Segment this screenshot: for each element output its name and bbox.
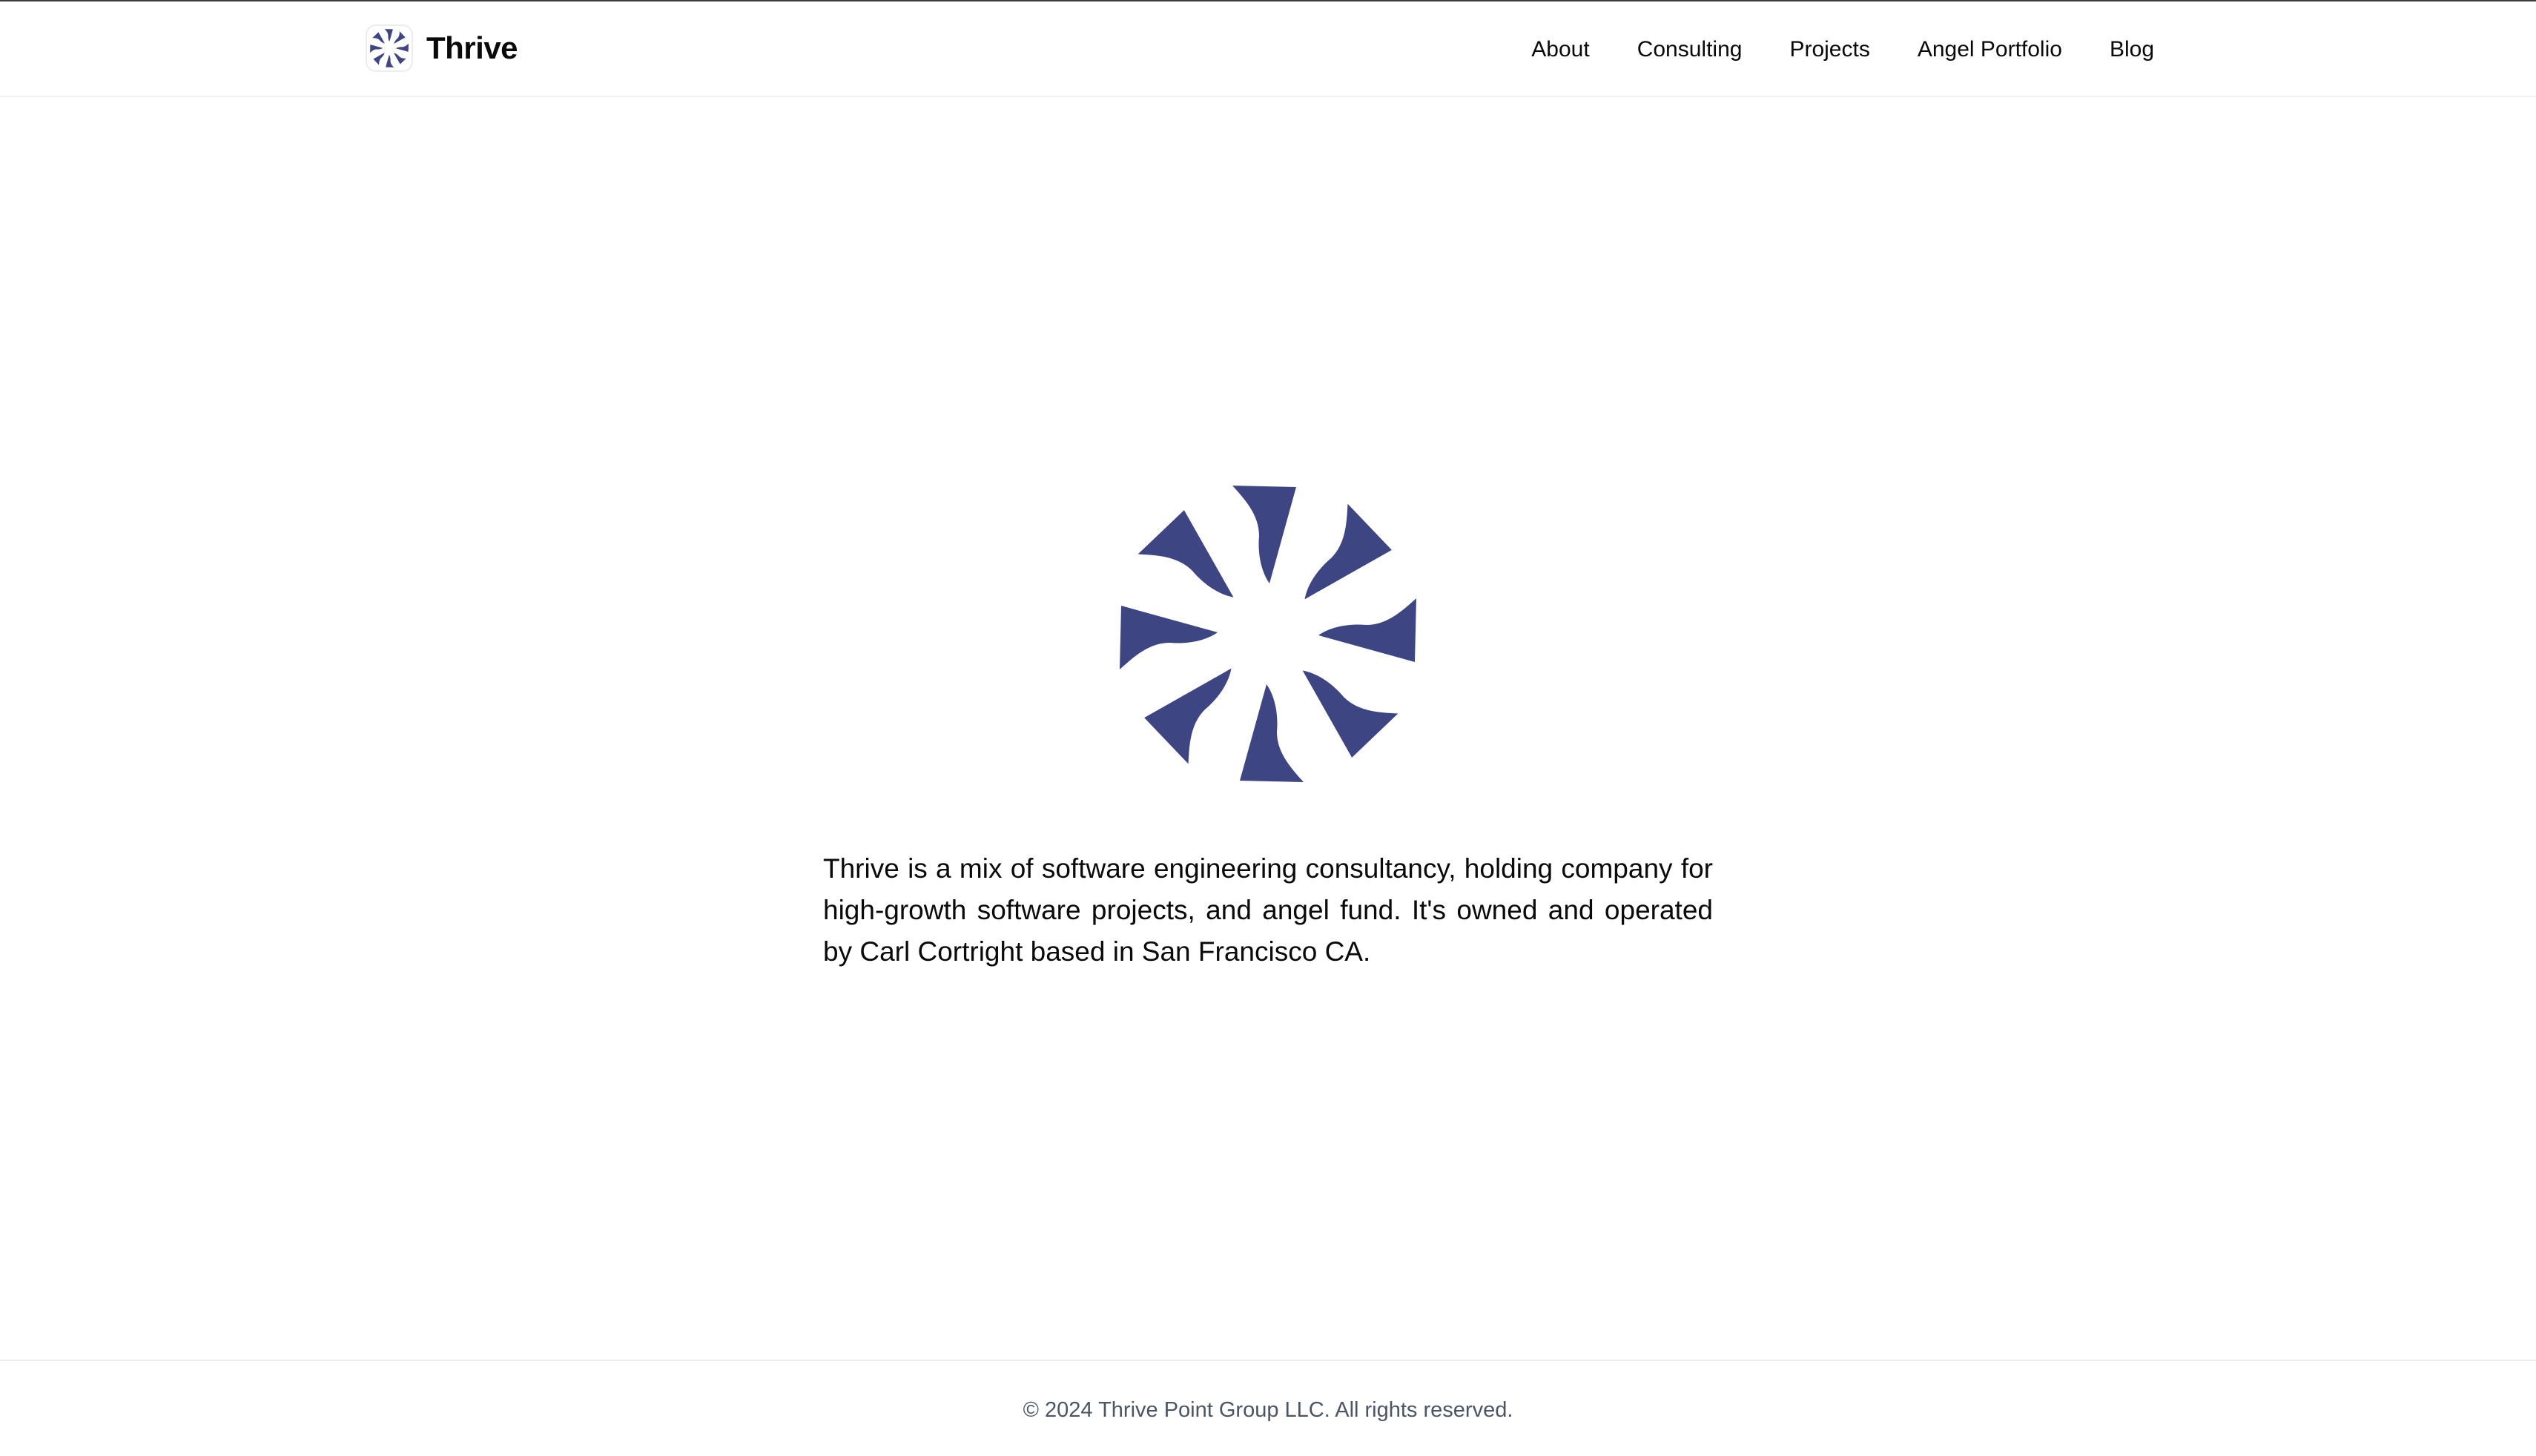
pinwheel-logo-icon bbox=[1120, 486, 1416, 782]
nav-projects[interactable]: Projects bbox=[1789, 37, 1869, 62]
brand-home-link[interactable]: Thrive bbox=[366, 23, 518, 73]
mini-pinwheel-blade-6 bbox=[373, 53, 385, 65]
pinwheel-blade-4 bbox=[1302, 670, 1399, 758]
pinwheel-blade-6 bbox=[1144, 668, 1232, 764]
nav-consulting[interactable]: Consulting bbox=[1637, 37, 1743, 62]
nav-angel-portfolio[interactable]: Angel Portfolio bbox=[1918, 37, 2062, 62]
mini-pinwheel-blade-1 bbox=[384, 29, 393, 42]
pinwheel-blade-5 bbox=[1240, 684, 1304, 782]
mini-pinwheel-blade-4 bbox=[394, 53, 406, 64]
mini-pinwheel-blade-2 bbox=[394, 31, 406, 44]
mini-pinwheel-blade-8 bbox=[372, 32, 385, 44]
page: Thrive About Consulting Projects Angel P… bbox=[0, 0, 2536, 1456]
mini-pinwheel-blade-7 bbox=[370, 44, 383, 53]
mini-pinwheel-blade-5 bbox=[386, 54, 394, 67]
pinwheel-blade-1 bbox=[1232, 486, 1296, 583]
pinwheel-small-icon bbox=[370, 29, 409, 67]
pinwheel-blade-8 bbox=[1137, 510, 1234, 598]
brand-logo-icon bbox=[366, 24, 413, 72]
copyright-text: © 2024 Thrive Point Group LLC. All right… bbox=[1023, 1398, 1513, 1422]
site-header: Thrive About Consulting Projects Angel P… bbox=[0, 1, 2536, 97]
company-description: Thrive is a mix of software engineering … bbox=[823, 853, 1713, 967]
nav-about[interactable]: About bbox=[1531, 37, 1589, 62]
pinwheel-blade-7 bbox=[1120, 606, 1218, 669]
brand-name: Thrive bbox=[426, 30, 518, 65]
mini-pinwheel-blade-3 bbox=[395, 43, 409, 52]
site-footer: © 2024 Thrive Point Group LLC. All right… bbox=[0, 1360, 2536, 1456]
main-nav: About Consulting Projects Angel Portfoli… bbox=[1531, 31, 2154, 68]
pinwheel-blade-2 bbox=[1304, 503, 1392, 600]
nav-blog[interactable]: Blog bbox=[2110, 37, 2154, 62]
pinwheel-blade-3 bbox=[1318, 598, 1416, 662]
